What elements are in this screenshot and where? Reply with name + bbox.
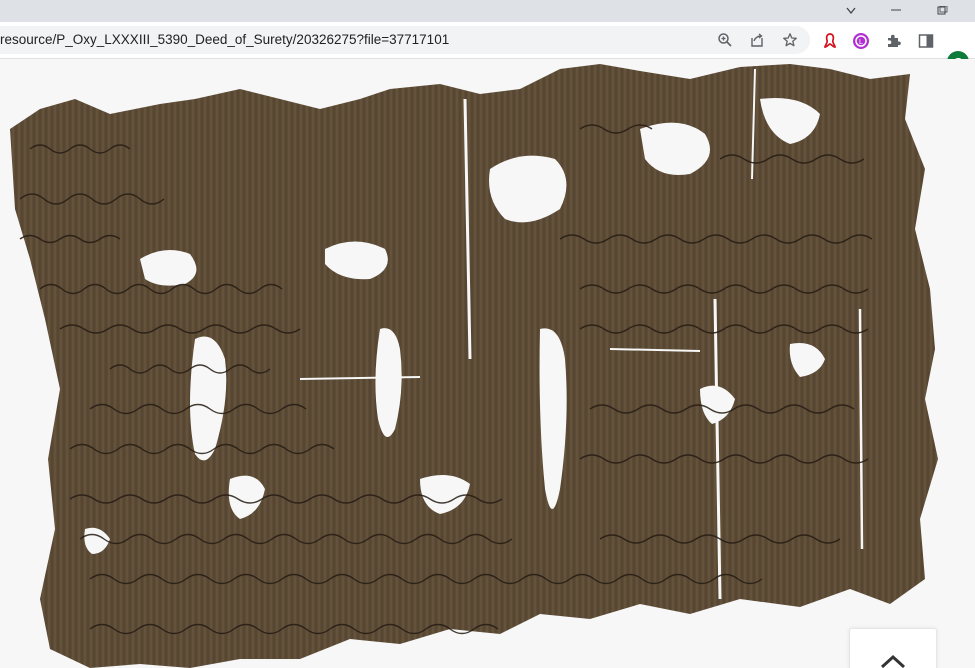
svg-text:L: L <box>859 39 863 46</box>
papyrus-fragment-image <box>10 64 938 668</box>
url-text[interactable]: resource/P_Oxy_LXXXIII_5390_Deed_of_Sure… <box>0 32 449 47</box>
browser-toolbar: resource/P_Oxy_LXXXIII_5390_Deed_of_Sure… <box>0 22 975 73</box>
zoom-in-icon[interactable] <box>714 30 736 50</box>
restore-icon[interactable] <box>919 0 965 22</box>
minimize-icon[interactable] <box>873 0 919 22</box>
chevron-up-icon <box>880 654 906 668</box>
side-panel-icon[interactable] <box>914 30 938 52</box>
colorful-extension-icon[interactable]: L <box>849 30 873 52</box>
title-bar <box>0 0 975 22</box>
page-content <box>0 59 975 668</box>
star-icon[interactable] <box>779 30 801 50</box>
address-bar[interactable]: resource/P_Oxy_LXXXIII_5390_Deed_of_Sure… <box>0 26 810 54</box>
pdf-extension-icon[interactable] <box>818 30 842 52</box>
puzzle-icon[interactable] <box>882 30 906 52</box>
chevron-down-icon[interactable] <box>828 0 874 22</box>
scroll-to-top-button[interactable] <box>849 628 937 668</box>
share-icon[interactable] <box>746 30 768 50</box>
